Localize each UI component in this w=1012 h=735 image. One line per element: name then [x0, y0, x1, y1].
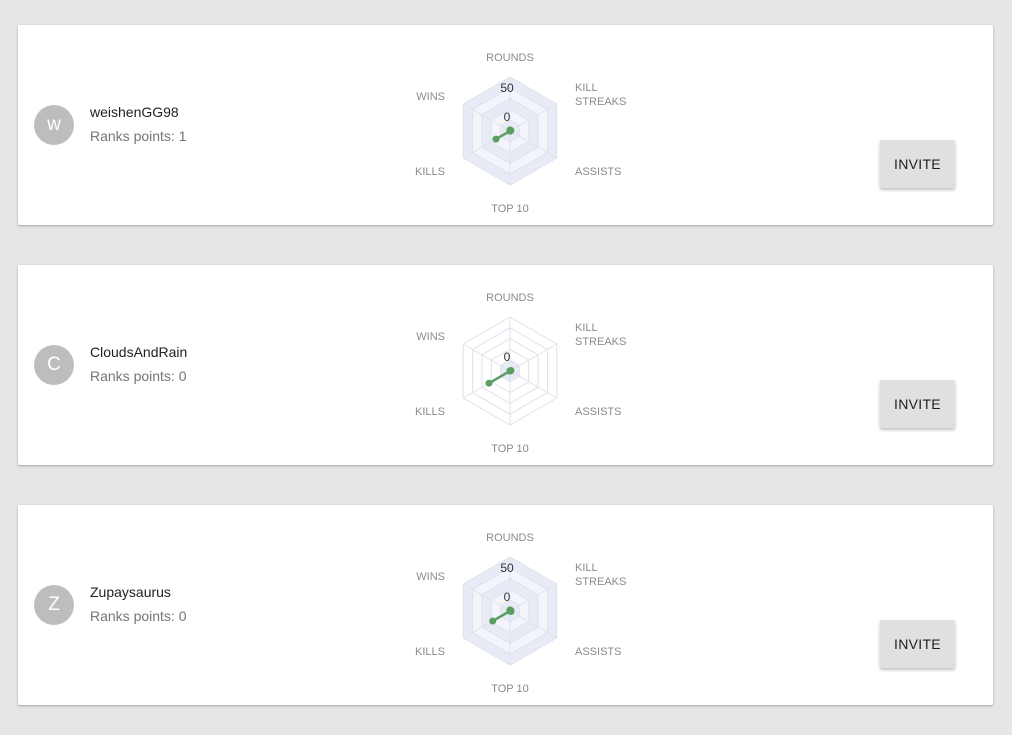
stats-radar-chart: ROUNDS KILL STREAKS ASSISTS TOP 10 KILLS WINS 5… — [415, 532, 626, 695]
radar-axis-label: WINS — [416, 91, 445, 103]
username: weishenGG98 — [90, 104, 179, 120]
radar-axis-label: WINS — [416, 571, 445, 583]
radar-axis-label: KILLS — [415, 166, 445, 178]
username: Zupaysaurus — [90, 584, 171, 600]
invite-button[interactable]: INVITE — [880, 140, 955, 188]
radar-axis-label: ROUNDS — [486, 292, 534, 304]
ranks-points-value: 0 — [178, 608, 187, 624]
stats-radar-chart: ROUNDS KILL STREAKS ASSISTS TOP 10 KILLS WINS 0 — [415, 292, 626, 455]
ranks-points: Ranks points: 0 — [90, 608, 187, 624]
radar-scale-label: 0 — [504, 110, 511, 124]
radar-scale-label: 0 — [504, 590, 511, 604]
avatar: C — [34, 345, 74, 385]
username: CloudsAndRain — [90, 344, 188, 360]
radar-scale-label: 50 — [500, 81, 514, 95]
ranks-points-label: Ranks points: — [90, 128, 179, 144]
radar-axis-label: ASSISTS — [575, 646, 621, 658]
radar-axis-label: ASSISTS — [575, 406, 621, 418]
radar-axis-label: KILLS — [415, 406, 445, 418]
ranks-points-value: 0 — [178, 368, 187, 384]
radar-axis-label: KILL STREAKS — [575, 82, 626, 108]
radar-axis-label: WINS — [416, 331, 445, 343]
radar-data-point — [506, 607, 514, 615]
radar-data-point — [506, 367, 514, 375]
avatar: Z — [34, 585, 74, 625]
ranks-points-value: 1 — [178, 128, 187, 144]
radar-axis-label: KILL STREAKS — [575, 322, 626, 348]
stats-radar-chart: ROUNDS KILL STREAKS ASSISTS TOP 10 KILLS WINS 5… — [415, 52, 626, 215]
radar-scale-label: 50 — [500, 561, 514, 575]
radar-data-point — [485, 379, 493, 387]
player-card: Z Zupaysaurus Ranks points: 0 ROUNDS KILL… — [18, 505, 993, 705]
player-card: w weishenGG98 Ranks points: 1 ROUNDS KILL… — [18, 25, 993, 225]
radar-axis-label: TOP 10 — [491, 443, 529, 455]
ranks-points: Ranks points: 0 — [90, 368, 187, 384]
radar-data-point — [506, 127, 514, 135]
invite-button[interactable]: INVITE — [880, 380, 955, 428]
radar-axis-label: KILL STREAKS — [575, 562, 626, 588]
radar-axis-label: TOP 10 — [491, 203, 529, 215]
player-card: C CloudsAndRain Ranks points: 0 ROUNDS KI… — [18, 265, 993, 465]
invite-button[interactable]: INVITE — [880, 620, 955, 668]
ranks-points-label: Ranks points: — [90, 368, 179, 384]
radar-axis-label: ASSISTS — [575, 166, 621, 178]
radar-axis-label: KILLS — [415, 646, 445, 658]
radar-axis-label: TOP 10 — [491, 683, 529, 695]
radar-scale-label: 0 — [504, 350, 511, 364]
ranks-points: Ranks points: 1 — [90, 128, 187, 144]
radar-axis-label: ROUNDS — [486, 52, 534, 64]
radar-data-point — [492, 135, 500, 143]
radar-data-point — [489, 617, 497, 625]
radar-axis-label: ROUNDS — [486, 532, 534, 544]
player-list: w weishenGG98 Ranks points: 1 ROUNDS KILL… — [0, 0, 1012, 735]
ranks-points-label: Ranks points: — [90, 608, 179, 624]
avatar: w — [34, 105, 74, 145]
